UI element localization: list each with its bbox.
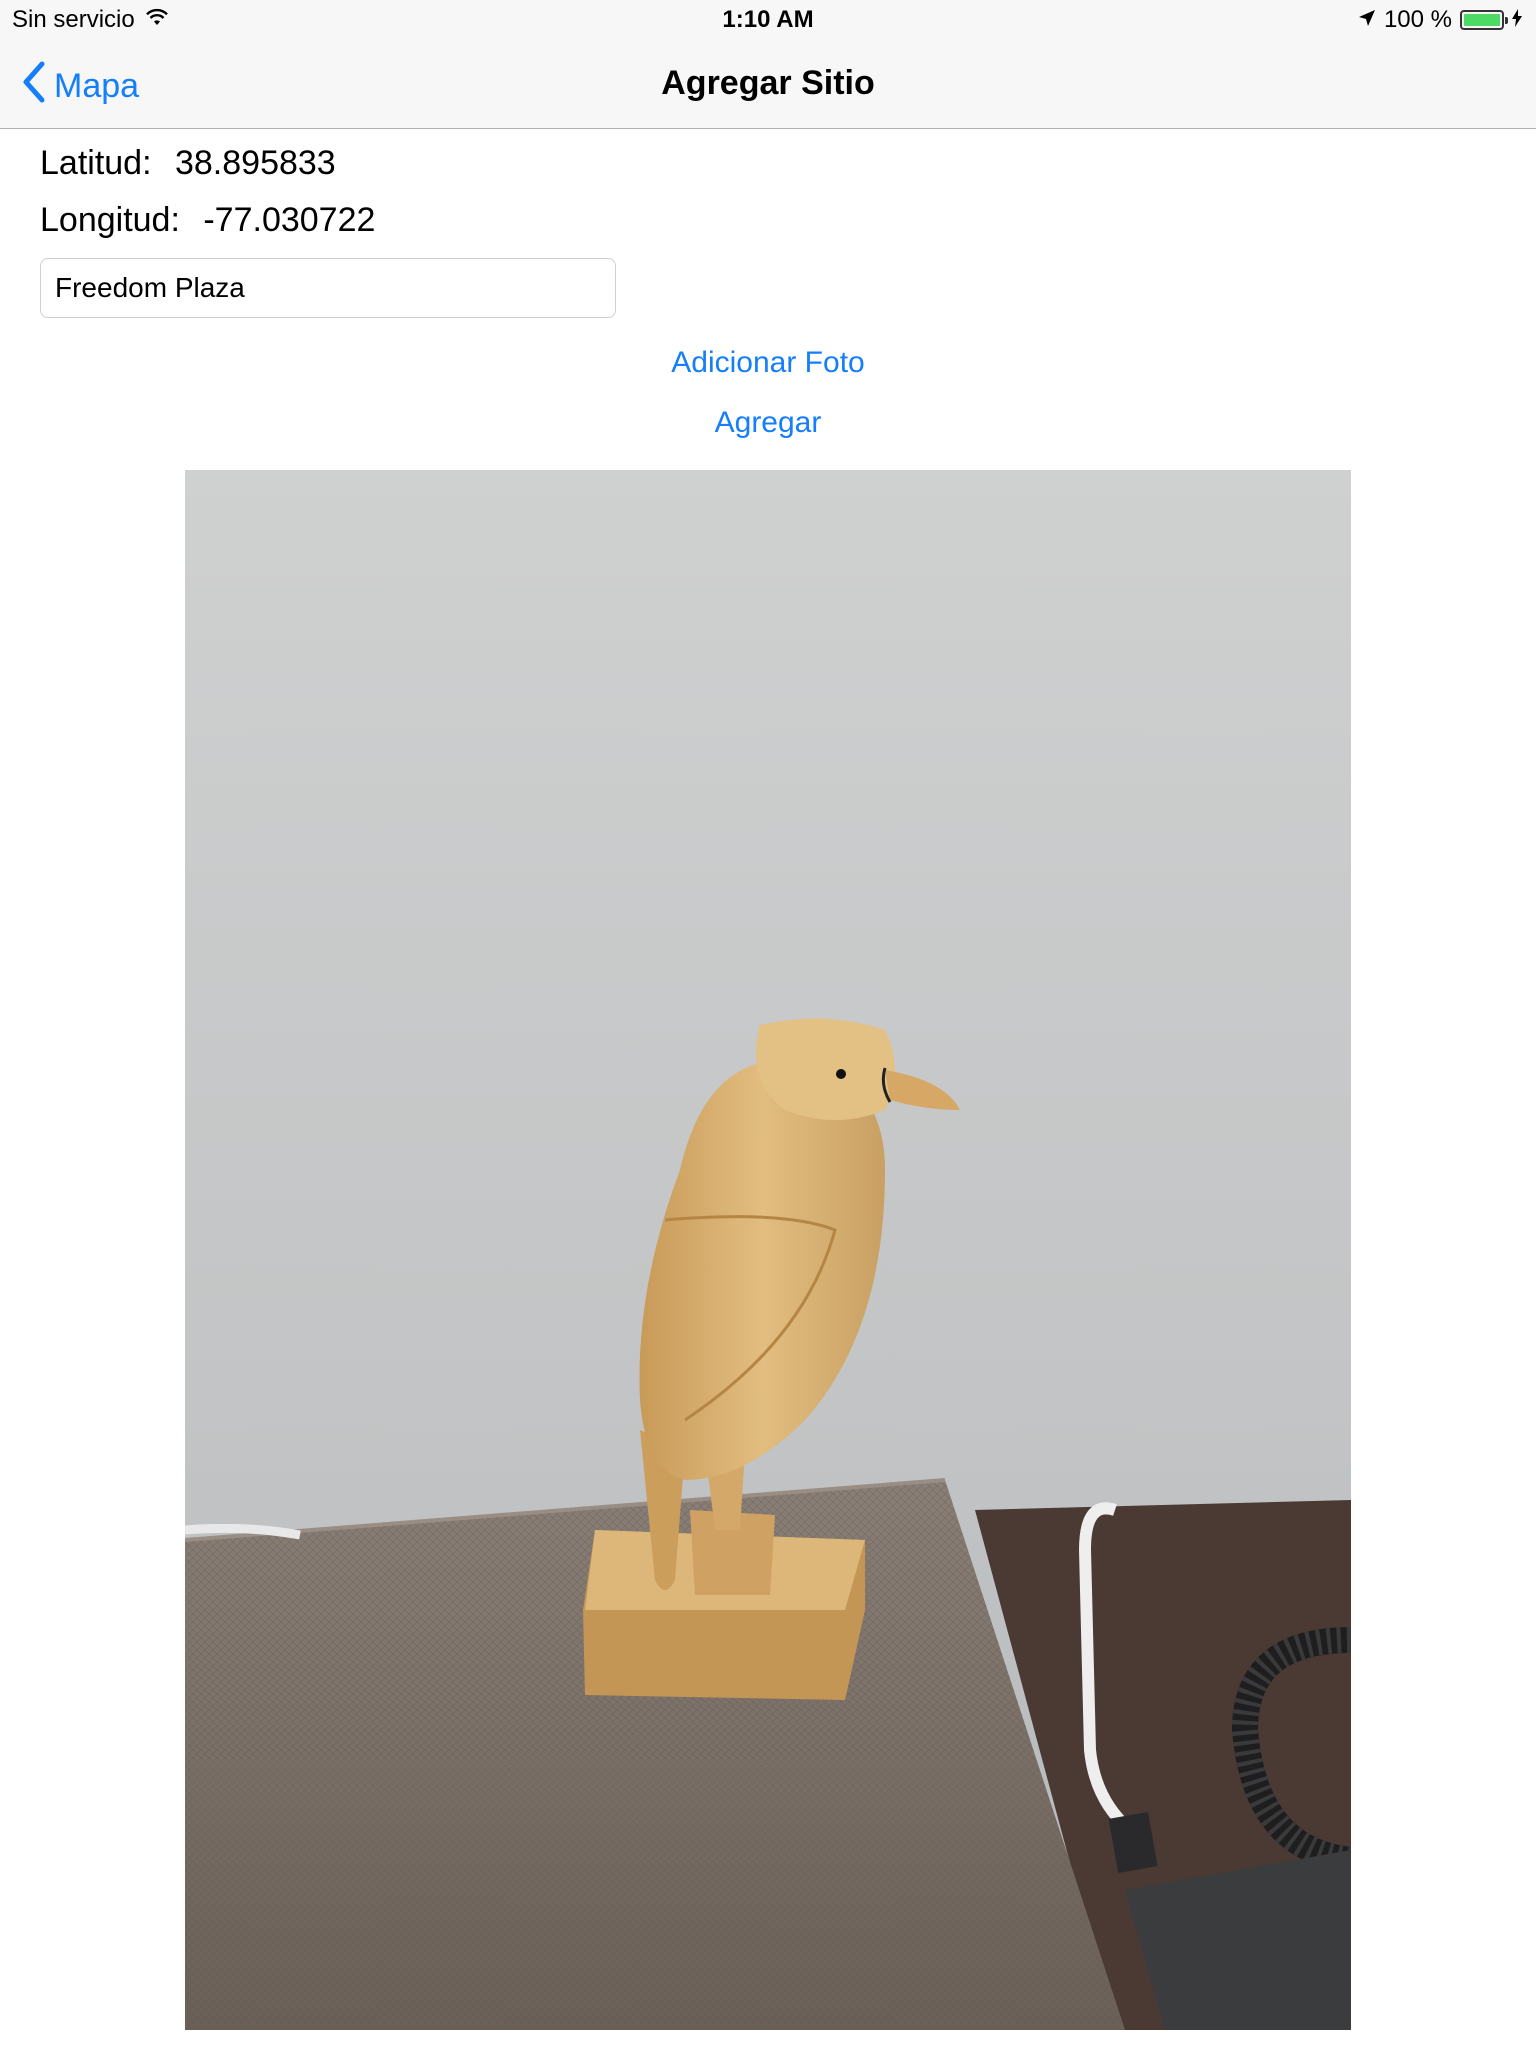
longitude-label: Longitud:: [40, 201, 180, 239]
status-time: 1:10 AM: [722, 6, 814, 33]
battery-percentage: 100 %: [1383, 6, 1452, 33]
longitude-row: Longitud: -77.030722: [40, 201, 375, 240]
charging-bolt-icon: [1512, 6, 1522, 34]
latitude-label: Latitud:: [40, 144, 152, 182]
battery-icon: [1460, 10, 1508, 30]
site-photo: [185, 470, 1351, 2030]
location-arrow-icon: [1358, 6, 1376, 34]
add-photo-button[interactable]: Adicionar Foto: [0, 346, 1536, 380]
longitude-value: -77.030722: [203, 201, 376, 239]
add-button[interactable]: Agregar: [0, 406, 1536, 440]
status-bar: Sin servicio 1:10 AM 100 %: [0, 0, 1536, 40]
battery-cap: [1505, 17, 1508, 24]
latitude-value: 38.895833: [174, 144, 336, 182]
battery-fill: [1464, 14, 1500, 26]
place-name-field[interactable]: [40, 258, 616, 318]
latitude-row: Latitud: 38.895833: [40, 144, 336, 183]
status-right: 100 %: [1358, 6, 1522, 34]
navigation-bar: Mapa Agregar Sitio: [0, 40, 1536, 129]
page-title: Agregar Sitio: [661, 64, 875, 102]
